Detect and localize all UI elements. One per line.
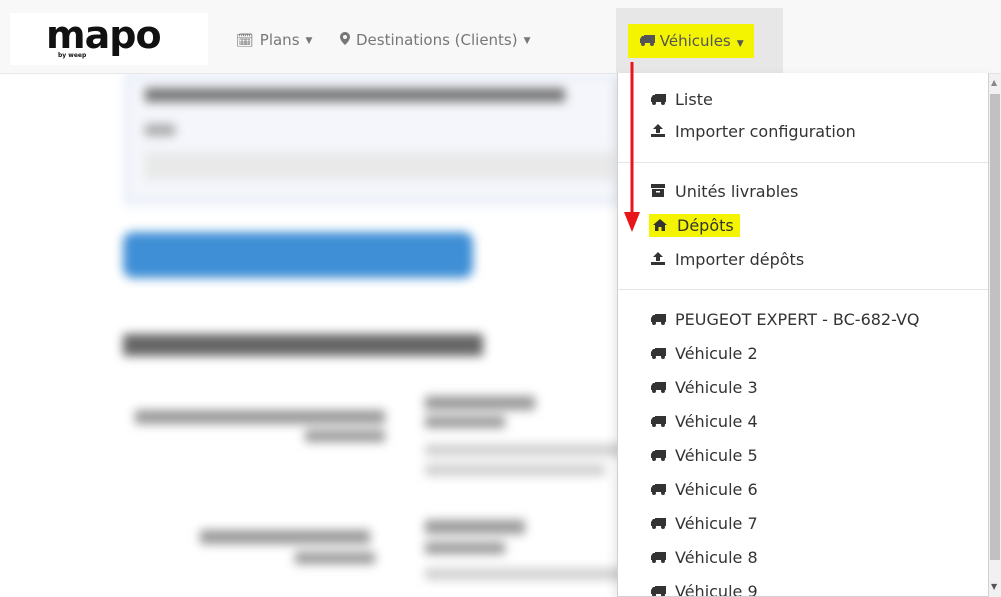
brand-logo[interactable]: mapo by weep — [10, 13, 208, 65]
menu-item-vehicle[interactable]: Véhicule 9 — [649, 577, 758, 597]
menu-item-label: PEUGEOT EXPERT - BC-682-VQ — [675, 310, 920, 329]
truck-icon — [649, 578, 667, 596]
upload-icon — [649, 246, 667, 276]
menu-item-label: Dépôts — [677, 216, 734, 235]
caret-down-icon: ▼ — [523, 35, 531, 46]
red-arrow-annotation — [624, 62, 640, 232]
menu-item-vehicle[interactable]: PEUGEOT EXPERT - BC-682-VQ — [649, 305, 919, 335]
menu-item-depots[interactable]: Dépôts — [649, 211, 740, 241]
menu-item-vehicle[interactable]: Véhicule 2 — [649, 339, 758, 369]
menu-divider — [618, 162, 988, 163]
menu-item-label: Véhicule 3 — [675, 378, 758, 397]
menu-item-label: Unités livrables — [675, 182, 799, 201]
menu-item-label: Importer dépôts — [675, 250, 805, 269]
menu-item-label: Véhicule 6 — [675, 480, 758, 499]
top-navbar: mapo by weep 🗓 Plans ▼ Destinations (Clien… — [0, 0, 1001, 74]
menu-item-label: Importer configuration — [675, 122, 856, 141]
menu-item-label: Véhicule 2 — [675, 344, 758, 363]
menu-item-vehicle[interactable]: Véhicule 8 — [649, 543, 758, 573]
menu-item-liste[interactable]: Liste — [649, 85, 713, 115]
truck-icon — [649, 408, 667, 438]
map-marker-icon — [340, 21, 350, 61]
home-icon — [651, 212, 669, 242]
scrollbar-thumb[interactable] — [990, 94, 1000, 560]
truck-icon — [649, 510, 667, 540]
calendar-icon: 🗓 — [236, 33, 254, 49]
menu-item-vehicle[interactable]: Véhicule 5 — [649, 441, 758, 471]
truck-icon — [649, 374, 667, 404]
menu-item-vehicle[interactable]: Véhicule 4 — [649, 407, 758, 437]
menu-item-label: Véhicule 9 — [675, 582, 758, 597]
upload-icon — [649, 118, 667, 148]
menu-item-label: Liste — [675, 90, 713, 109]
archive-icon — [649, 178, 667, 208]
menu-item-label: Véhicule 5 — [675, 446, 758, 465]
logo-subtext: by weep — [58, 52, 87, 59]
menu-divider — [618, 289, 988, 290]
blurred-heading — [123, 334, 483, 356]
nav-destinations-label: Destinations (Clients) — [356, 31, 518, 49]
truck-icon — [640, 32, 660, 50]
blurred-button — [123, 232, 473, 278]
nav-vehicles[interactable]: Véhicules ▼ — [628, 24, 754, 58]
truck-icon — [649, 306, 667, 336]
truck-icon — [649, 340, 667, 370]
logo-text: mapo — [46, 13, 162, 57]
menu-item-importer-depots[interactable]: Importer dépôts — [649, 245, 804, 275]
menu-item-importer-configuration[interactable]: Importer configuration — [649, 117, 856, 147]
menu-item-vehicle[interactable]: Véhicule 6 — [649, 475, 758, 505]
menu-item-unites-livrables[interactable]: Unités livrables — [649, 177, 798, 207]
blurred-background-content — [105, 74, 625, 597]
menu-item-vehicle[interactable]: Véhicule 3 — [649, 373, 758, 403]
scroll-down-icon[interactable]: ▼ — [991, 582, 997, 591]
caret-down-icon: ▼ — [736, 39, 744, 49]
nav-plans[interactable]: 🗓 Plans ▼ — [236, 20, 312, 60]
truck-icon — [649, 476, 667, 506]
nav-plans-label: Plans — [259, 31, 300, 49]
menu-item-vehicle[interactable]: Véhicule 7 — [649, 509, 758, 539]
nav-destinations[interactable]: Destinations (Clients) ▼ — [340, 20, 531, 60]
blurred-panel — [125, 74, 625, 204]
caret-down-icon: ▼ — [305, 35, 313, 46]
scroll-up-icon[interactable]: ▲ — [991, 78, 997, 87]
nav-vehicles-label: Véhicules — [659, 32, 731, 50]
truck-icon — [649, 442, 667, 472]
menu-item-label: Véhicule 4 — [675, 412, 758, 431]
vehicles-dropdown-menu: Liste Importer configuration Unités livr… — [617, 73, 989, 597]
menu-item-label: Véhicule 7 — [675, 514, 758, 533]
scrollbar[interactable]: ▲ ▼ — [989, 74, 1001, 597]
truck-icon — [649, 86, 667, 116]
truck-icon — [649, 544, 667, 574]
menu-item-label: Véhicule 8 — [675, 548, 758, 567]
